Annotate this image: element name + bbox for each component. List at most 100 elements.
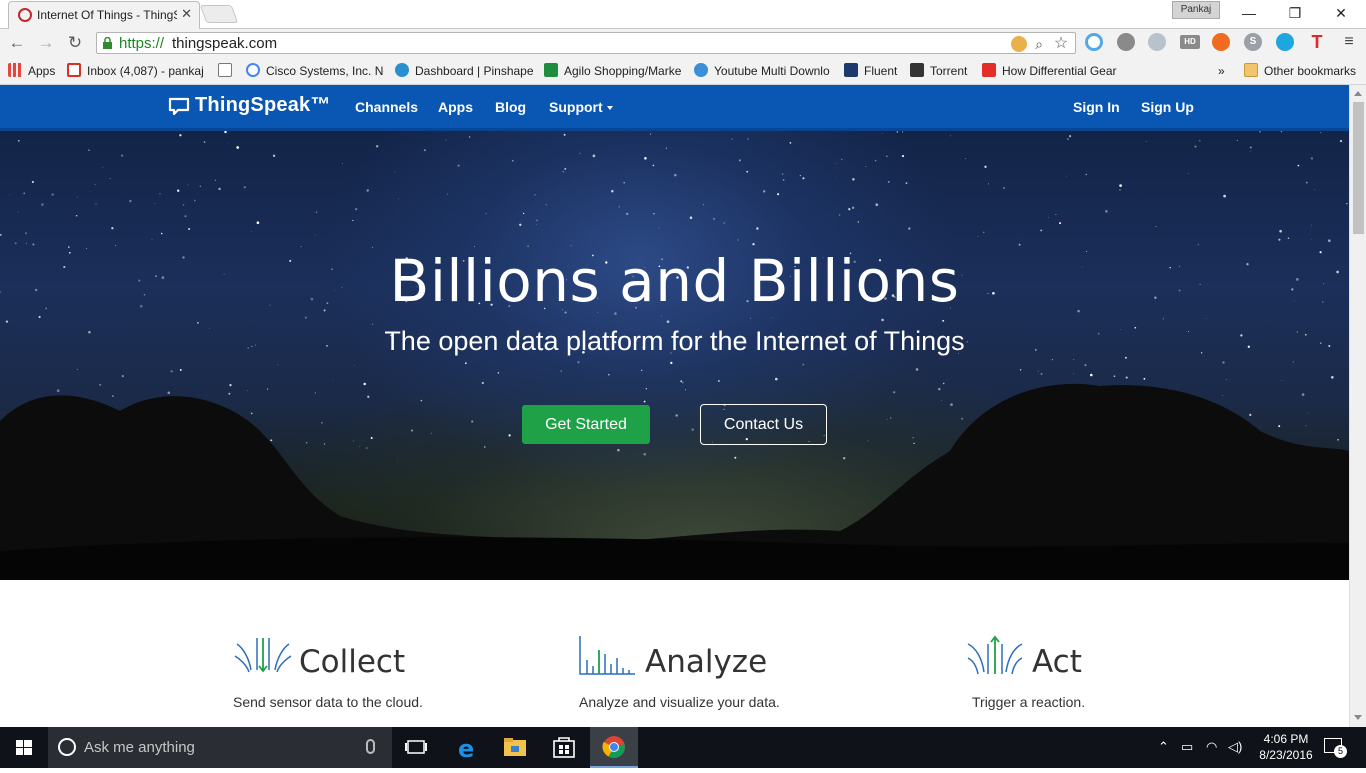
battery-icon[interactable]: ▭ [1181,739,1193,755]
chrome-taskbar-button[interactable] [590,727,638,768]
back-arrow-icon[interactable]: ← [6,32,28,54]
folder-icon [1244,63,1258,77]
profile-button[interactable]: Pankaj [1172,1,1220,19]
action-center-icon[interactable]: 5 [1324,738,1347,758]
notification-count-badge: 5 [1334,745,1347,758]
collect-icon [234,638,292,673]
sheets-icon [544,63,558,77]
feature-analyze-desc: Analyze and visualize your data. [579,694,780,710]
task-view-icon [405,740,427,754]
wifi-icon[interactable]: ◠ [1206,739,1217,755]
dropbox-extension-icon[interactable] [1148,33,1166,51]
bookmarks-overflow-button[interactable]: » [1218,62,1230,80]
close-tab-icon[interactable]: ✕ [181,6,192,22]
download-icon [694,63,708,77]
chrome-menu-icon[interactable]: ≡ [1340,33,1358,51]
sign-up-link[interactable]: Sign Up [1141,99,1194,115]
microphone-icon[interactable] [366,739,375,754]
edge-taskbar-button[interactable]: e [443,727,491,768]
page-scrollbar[interactable] [1349,85,1366,727]
start-button[interactable] [0,727,48,768]
clock-date: 8/23/2016 [1259,748,1313,762]
volume-icon[interactable]: ◁) [1228,739,1242,755]
bookmark-torrent[interactable]: Torrent [910,62,972,80]
extension-circle-icon[interactable] [1085,33,1103,51]
skype-extension-icon[interactable]: S [1244,33,1262,51]
nav-blog[interactable]: Blog [495,99,526,115]
clock[interactable]: 4:06 PM 8/23/2016 [1254,731,1318,763]
bookmark-cisco[interactable]: Cisco Systems, Inc. Ne [246,62,384,80]
address-bar[interactable]: https:// thingspeak.com ⌕ ☆ [96,32,1076,54]
maximize-button[interactable]: ❐ [1272,2,1318,24]
bookmark-apps[interactable]: Apps [8,62,64,80]
reload-icon[interactable]: ↻ [64,32,86,54]
zoom-icon[interactable]: ⌕ [1031,36,1047,52]
new-tab-button[interactable] [199,5,239,23]
url-scheme: https:// [119,35,165,52]
tab-strip: Internet Of Things - ThingSpeak ✕ Pankaj… [0,0,1366,29]
bookmark-star-icon[interactable]: ☆ [1053,36,1069,52]
store-taskbar-button[interactable] [540,727,588,768]
page-icon [218,63,232,77]
gmail-icon [67,63,81,77]
forward-arrow-icon[interactable]: → [35,32,57,54]
bookmark-page[interactable] [218,62,234,80]
bookmark-fluent[interactable]: Fluent [844,62,902,80]
globe-extension-icon[interactable] [1117,33,1135,51]
hero-subtitle: The open data platform for the Internet … [384,326,965,356]
nav-apps[interactable]: Apps [438,99,473,115]
nav-channels[interactable]: Channels [355,99,418,115]
clock-time: 4:06 PM [1263,732,1309,746]
google-icon [246,63,260,77]
show-hidden-icons-icon[interactable]: ⌃ [1158,739,1169,755]
bookmark-differential-gear[interactable]: How Differential Gear [982,62,1118,80]
feature-analyze-title: Analyze [645,644,768,680]
scroll-thumb[interactable] [1353,102,1364,234]
chrome-icon [602,736,625,758]
bookmark-pinshape[interactable]: Dashboard | Pinshape [395,62,535,80]
scroll-down-icon[interactable] [1354,715,1362,720]
bookmark-agilo[interactable]: Agilo Shopping/Marke [544,62,684,80]
tab-title: Internet Of Things - ThingSpeak [37,8,177,22]
svg-text:e: e [458,735,474,763]
browser-toolbar: ← → ↻ https:// thingspeak.com ⌕ ☆ HD S T… [0,29,1366,57]
search-placeholder: Ask me anything [84,739,195,756]
pinshape-icon [395,63,409,77]
get-started-button[interactable]: Get Started [522,405,650,444]
scroll-up-icon[interactable] [1354,91,1362,96]
feature-collect-desc: Send sensor data to the cloud. [233,694,423,710]
file-explorer-taskbar-button[interactable] [491,727,539,768]
other-bookmarks[interactable]: Other bookmarks [1244,62,1362,80]
sign-in-link[interactable]: Sign In [1073,99,1120,115]
minimize-button[interactable]: — [1226,2,1272,24]
analyze-icon [579,636,635,675]
hero-title: Billions and Billions [389,247,960,315]
site-navbar: ThingSpeak™ Channels Apps Blog Support S… [0,85,1366,131]
apps-grid-icon [8,63,22,77]
orange-extension-icon[interactable] [1212,33,1230,51]
cortana-search-box[interactable]: Ask me anything [48,727,392,768]
tab-active[interactable]: Internet Of Things - ThingSpeak ✕ [8,1,200,29]
hero-banner: Billions and Billions The open data plat… [0,131,1349,580]
bookmark-youtube-downloader[interactable]: Youtube Multi Downlo [694,62,832,80]
fluent-icon [844,63,858,77]
t-extension-icon[interactable]: T [1308,33,1326,51]
cookie-blocked-icon[interactable] [1011,36,1027,52]
cortana-icon [58,738,76,756]
store-icon [553,737,575,758]
lock-icon [103,37,112,49]
contact-us-button[interactable]: Contact Us [700,404,827,445]
torrent-icon [910,63,924,77]
thingspeak-favicon-icon [18,8,32,22]
hd-extension-icon[interactable]: HD [1180,35,1200,49]
nav-support[interactable]: Support [549,99,613,115]
url-host: thingspeak.com [172,35,278,52]
bookmarks-bar: Apps Inbox (4,087) - pankaj Cisco System… [0,57,1366,85]
youtube-icon [982,63,996,77]
task-view-button[interactable] [392,727,440,768]
blue-extension-icon[interactable] [1276,33,1294,51]
windows-taskbar: Ask me anything e ⌃ ▭ ◠ ◁) 4:06 PM 8/23/… [0,727,1366,768]
bookmark-inbox[interactable]: Inbox (4,087) - pankaj [67,62,205,80]
close-window-button[interactable]: ✕ [1318,2,1364,24]
caret-down-icon [606,106,613,110]
